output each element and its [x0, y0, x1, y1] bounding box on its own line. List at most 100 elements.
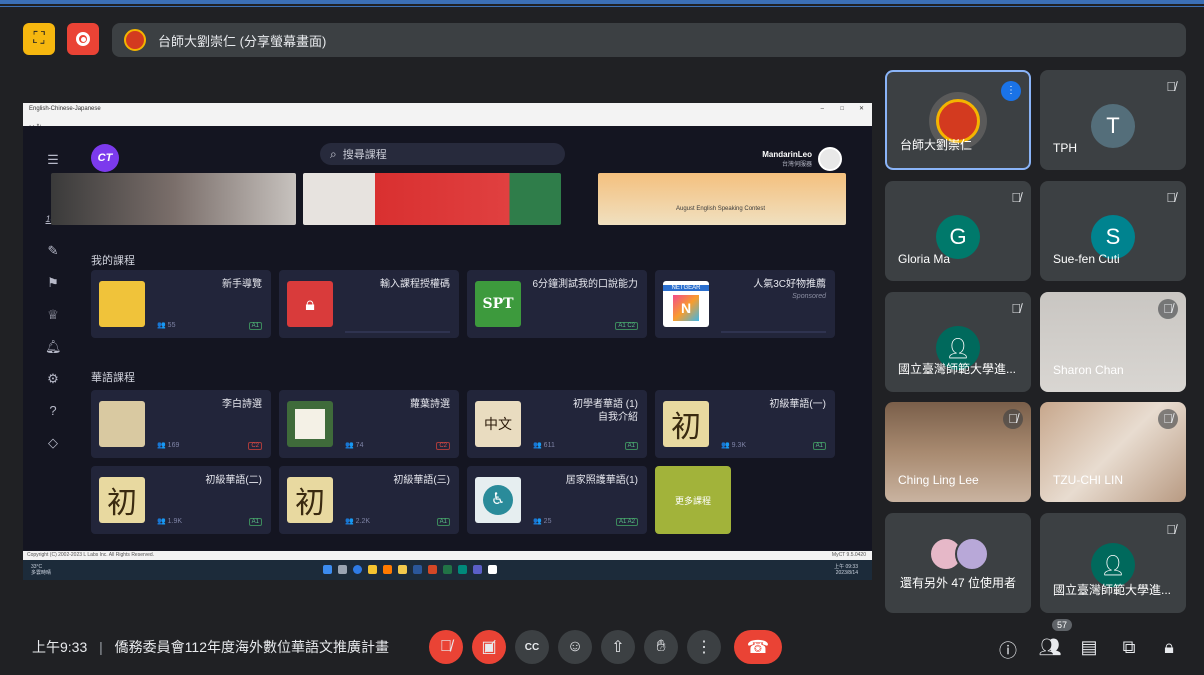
course-card[interactable]: 初 初級華語(二) 👥 1.9K A1	[91, 466, 271, 534]
chat-icon[interactable]: ▤	[1077, 637, 1101, 658]
window-close[interactable]: ✕	[859, 103, 864, 115]
top-accent-line	[0, 0, 1204, 4]
course-title: 初級華語(三)	[393, 475, 450, 486]
more-options-button[interactable]: ⋮	[687, 630, 721, 664]
banner-center[interactable]	[303, 173, 561, 225]
search-placeholder: 搜尋課程	[342, 149, 387, 161]
camera-off-button[interactable]: ▣̸	[472, 630, 506, 664]
participant-tile-video[interactable]: 🎙̸ Sharon Chan	[1040, 292, 1186, 392]
course-level: A1	[248, 518, 262, 526]
mic-off-button[interactable]: 🎙̸	[429, 630, 463, 664]
end-call-button[interactable]: ☎︎	[734, 630, 782, 664]
app-logo[interactable]: CT	[91, 144, 119, 172]
help-icon[interactable]: ?	[45, 403, 61, 419]
crown-icon[interactable]: ♕	[45, 307, 61, 323]
mic-off-icon: 🎙̸	[1166, 190, 1176, 205]
window-titlebar: English-Chinese-Japanese – □ ✕	[23, 103, 872, 115]
taskbar-weather[interactable]: 33°C 多雲時晴	[31, 564, 51, 576]
window-maximize[interactable]: □	[840, 103, 844, 115]
captions-button[interactable]: CC	[515, 630, 549, 664]
participant-name: 國立臺灣師範大學進...	[898, 362, 1017, 376]
course-card[interactable]: 初 初級華語(三) 👥 2.2K A1	[279, 466, 459, 534]
course-card[interactable]: 初 初級華語(一) 👥 9.3K A1	[655, 390, 835, 458]
window-minimize[interactable]: –	[821, 103, 824, 115]
course-search-input[interactable]: ⌕ 搜尋課程	[320, 143, 565, 165]
participant-tile[interactable]: 🎙̸ 👤︎ 國立臺灣師範大學進...	[1040, 513, 1186, 613]
course-card[interactable]: ♿︎ 居家照護華語(1) 👥 25 A1 A2	[467, 466, 647, 534]
speaking-indicator-icon: ⋮	[1001, 81, 1021, 101]
chrome-icon[interactable]	[368, 565, 377, 574]
firefox-icon[interactable]	[383, 565, 392, 574]
course-count: 👥 611	[533, 442, 555, 449]
activities-icon[interactable]: ⧉	[1117, 637, 1141, 658]
teams-icon[interactable]	[473, 565, 482, 574]
wheelchair-icon: ♿︎	[475, 477, 521, 523]
taskbar-clock[interactable]: 上午 09:33 2023/8/14	[834, 564, 858, 576]
course-card[interactable]: 蘿葉詩選 👥 74 C2	[279, 390, 459, 458]
course-count: 👥 9.3K	[721, 442, 747, 449]
participant-tile-presenter[interactable]: ⋮ 台師大劉崇仁	[885, 70, 1031, 170]
raise-hand-button[interactable]: ✋︎	[644, 630, 678, 664]
participant-tile[interactable]: 🎙̸ T TPH	[1040, 70, 1186, 170]
meeting-time: 上午9:33	[32, 639, 88, 655]
app-taskbar-icon[interactable]	[488, 565, 497, 574]
user-name: MandarinLeo	[762, 150, 812, 159]
tag-icon[interactable]: ◇	[45, 435, 61, 451]
participant-name: 國立臺灣師範大學進...	[1053, 583, 1172, 597]
meet-icon[interactable]	[458, 565, 467, 574]
word-icon[interactable]	[413, 565, 422, 574]
record-icon[interactable]	[67, 23, 99, 55]
flag-icon[interactable]: ⚑	[45, 275, 61, 291]
participant-tile[interactable]: 🎙̸ S Sue-fen Cuti	[1040, 181, 1186, 281]
course-title: 初學者華語 (1) 自我介紹	[573, 399, 638, 423]
mic-off-icon: 🎙̸	[1158, 409, 1178, 429]
shared-screen: English-Chinese-Japanese – □ ✕ ‹ › ↻ ☰ 1…	[23, 103, 872, 580]
search-icon: ⌕	[330, 146, 337, 161]
host-controls-icon[interactable]: 🔒︎	[1157, 637, 1181, 658]
present-button[interactable]: ⇧	[601, 630, 635, 664]
search-taskbar-icon[interactable]	[338, 565, 347, 574]
participant-tile-others[interactable]: 還有另外 47 位使用者	[885, 513, 1031, 613]
more-courses-button[interactable]: 更多課程	[655, 466, 731, 534]
banner-text: August English Speaking Contest	[676, 206, 766, 212]
info-icon[interactable]: ⓘ	[996, 637, 1020, 663]
people-icon[interactable]: 👥︎	[1038, 637, 1062, 658]
user-avatar[interactable]	[818, 147, 842, 171]
course-sponsored: Sponsored	[792, 293, 826, 300]
pencil-icon[interactable]: ✎	[45, 243, 61, 259]
banner-left[interactable]	[51, 173, 296, 225]
start-icon[interactable]	[323, 565, 332, 574]
bell-icon[interactable]: 🔔︎	[45, 339, 62, 355]
participant-tile-video[interactable]: 🎙̸ Ching Ling Lee	[885, 402, 1031, 502]
screen-share-off-icon[interactable]: ⛶	[23, 23, 55, 55]
powerpoint-icon[interactable]	[428, 565, 437, 574]
settings-icon[interactable]: ⚙	[45, 371, 61, 387]
folder-icon[interactable]	[398, 565, 407, 574]
lock-icon: 🔒︎	[287, 281, 333, 327]
participant-tile-video[interactable]: 🎙̸ TZU-CHI LIN	[1040, 402, 1186, 502]
mic-off-icon: 🎙̸	[1158, 299, 1178, 319]
course-level: A1	[248, 322, 262, 330]
course-card[interactable]: SPT 6分鐘測試我的口說能力 A1 C2	[467, 270, 647, 338]
participant-tile[interactable]: 🎙̸ 👤︎ 國立臺灣師範大學進...	[885, 292, 1031, 392]
course-count: 👥 2.2K	[345, 518, 371, 525]
course-count: 👥 55	[157, 322, 176, 329]
divider: |	[99, 639, 103, 655]
excel-icon[interactable]	[443, 565, 452, 574]
course-card[interactable]: NETGEAR N 人氣3C好物推薦 Sponsored	[655, 270, 835, 338]
participant-tile[interactable]: 🎙̸ G Gloria Ma	[885, 181, 1031, 281]
course-level: A1 C2	[615, 322, 638, 330]
emoji-button[interactable]: ☺	[558, 630, 592, 664]
course-card[interactable]: 中文 初學者華語 (1) 自我介紹 👥 611 A1	[467, 390, 647, 458]
course-card[interactable]: 🔒︎ 輸入課程授權碼	[279, 270, 459, 338]
menu-icon[interactable]: ☰	[45, 152, 61, 168]
participant-name: Sharon Chan	[1053, 363, 1124, 377]
mic-off-icon: 🎙̸	[1011, 301, 1021, 316]
participant-name: Gloria Ma	[898, 252, 951, 266]
user-info[interactable]: MandarinLeo 台灣伺服器	[762, 150, 812, 168]
course-card[interactable]: 李白詩選 👥 169 C2	[91, 390, 271, 458]
banner-right[interactable]: August English Speaking Contest	[598, 173, 846, 225]
edge-icon[interactable]	[353, 565, 362, 574]
course-thumb-level1: 初	[663, 401, 709, 447]
course-card[interactable]: 新手導覽 👥 55 A1	[91, 270, 271, 338]
